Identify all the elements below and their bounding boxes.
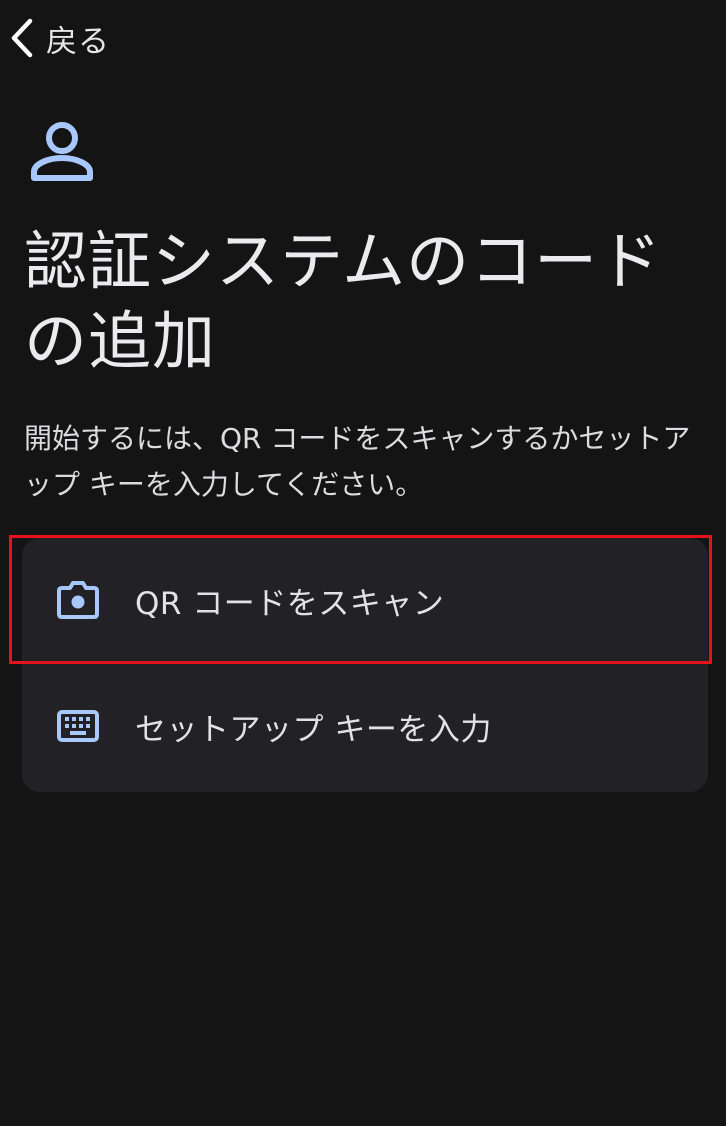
enter-setup-key-option[interactable]: セットアップ キーを入力	[22, 664, 708, 788]
page-description: 開始するには、QR コードをスキャンするかセットアップ キーを入力してください。	[24, 422, 691, 501]
add-code-options-card: QR コードをスキャン セットアップ キーを入力	[22, 538, 708, 792]
chevron-left-icon	[8, 18, 36, 58]
enter-setup-key-label: セットアップ キーを入力	[135, 711, 492, 748]
back-label: 戻る	[46, 23, 110, 60]
keyboard-icon	[56, 706, 100, 746]
scan-qr-code-option[interactable]: QR コードをスキャン	[22, 538, 708, 662]
scan-qr-code-label: QR コードをスキャン	[135, 585, 445, 622]
back-button[interactable]: 戻る	[8, 14, 110, 62]
camera-icon	[56, 580, 100, 620]
page-title: 認証システムのコードの追加	[24, 225, 663, 378]
person-icon	[28, 120, 96, 188]
